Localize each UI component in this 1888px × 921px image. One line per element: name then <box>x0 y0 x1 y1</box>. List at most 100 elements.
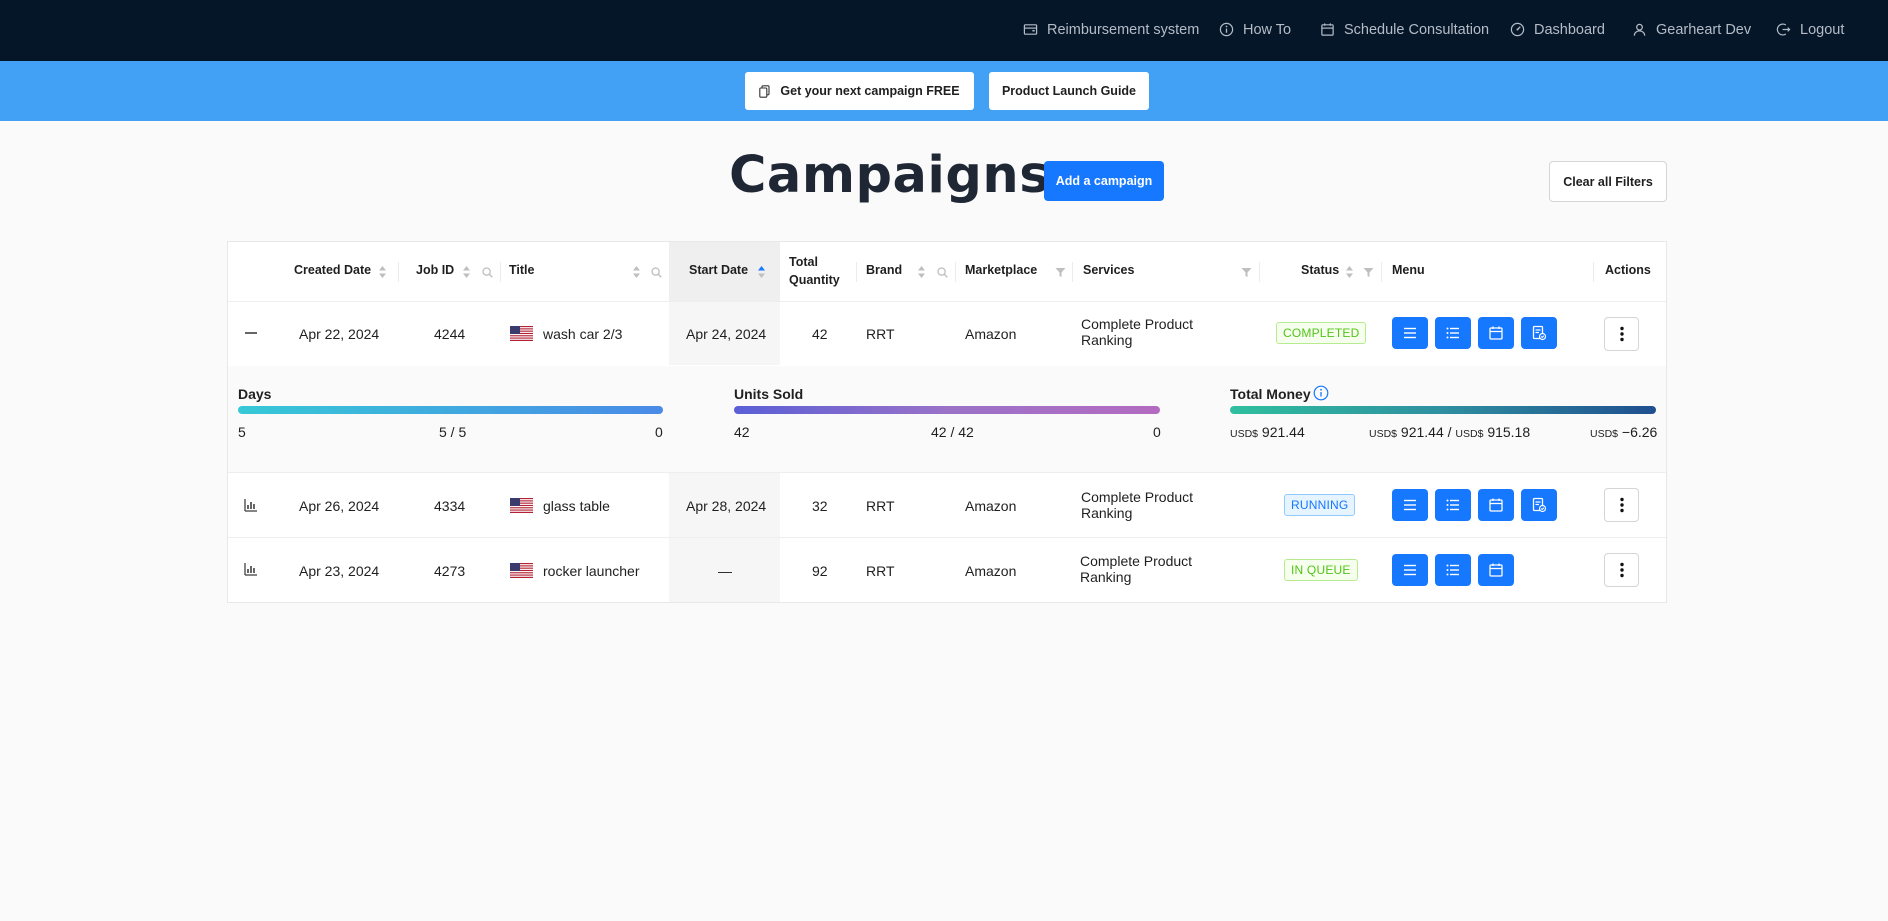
nav-label: Dashboard <box>1534 21 1605 38</box>
services-cell: Complete Product Ranking <box>1081 489 1194 521</box>
column-separator <box>1259 262 1260 282</box>
nav-label: Logout <box>1800 21 1845 38</box>
column-separator <box>1381 262 1382 282</box>
nav-user[interactable]: Gearheart Dev <box>1632 21 1751 38</box>
bar-chart-icon[interactable] <box>244 562 258 576</box>
sort-icon[interactable] <box>917 265 926 279</box>
header-total-quantity[interactable]: Total <box>789 255 818 269</box>
report-check-icon <box>1532 497 1547 513</box>
column-separator <box>856 262 857 282</box>
nav-dashboard[interactable]: Dashboard <box>1510 21 1605 38</box>
sort-icon[interactable] <box>378 265 387 279</box>
more-vertical-icon <box>1619 326 1624 342</box>
filter-icon[interactable] <box>1363 267 1374 278</box>
nav-logout[interactable]: Logout <box>1776 21 1844 38</box>
brand-cell: RRT <box>866 326 895 342</box>
top-navbar: Reimbursement system How To Schedule Con… <box>0 0 1888 61</box>
money-progress-value-b: 915.18 <box>1487 424 1531 440</box>
column-separator <box>1072 262 1073 282</box>
header-created-date[interactable]: Created Date <box>294 263 371 277</box>
sort-icon[interactable] <box>462 265 471 279</box>
header-start-date[interactable]: Start Date <box>689 263 748 277</box>
header-marketplace[interactable]: Marketplace <box>965 263 1037 277</box>
header-services[interactable]: Services <box>1083 263 1134 277</box>
money-start-value: 921.44 <box>1261 424 1305 440</box>
menu-list-button[interactable] <box>1435 489 1471 521</box>
header-menu: Menu <box>1392 263 1425 277</box>
created-date-cell: Apr 23, 2024 <box>299 563 380 579</box>
add-campaign-button[interactable]: Add a campaign <box>1044 161 1164 201</box>
free-campaign-button[interactable]: Get your next campaign FREE <box>745 72 974 110</box>
menu-calendar-button[interactable] <box>1478 489 1514 521</box>
calendar-icon <box>1489 326 1503 340</box>
nav-label: Schedule Consultation <box>1344 21 1490 38</box>
dashboard-icon <box>1510 22 1525 37</box>
menu-report-button[interactable] <box>1521 489 1557 521</box>
menu-calendar-button[interactable] <box>1478 317 1514 349</box>
menu-list-button[interactable] <box>1435 317 1471 349</box>
title-cell[interactable]: rocker launcher <box>543 563 640 579</box>
quantity-cell: 32 <box>812 498 828 514</box>
menu-details-button[interactable] <box>1392 489 1428 521</box>
nav-schedule-consultation[interactable]: Schedule Consultation <box>1320 21 1489 38</box>
clear-filters-button[interactable]: Clear all Filters <box>1549 161 1667 202</box>
money-progress: USD$ 921.44 / USD$ 915.18 <box>1369 424 1530 440</box>
sort-icon[interactable] <box>632 265 641 279</box>
money-progress-value-a: 921.44 <box>1400 424 1444 440</box>
search-icon[interactable] <box>482 267 493 278</box>
collapse-icon[interactable] <box>244 326 258 340</box>
campaigns-table: Created Date Job ID Title Start Date Tot… <box>227 241 1667 603</box>
brand-cell: RRT <box>866 498 895 514</box>
bar-chart-icon[interactable] <box>244 498 258 512</box>
start-date-cell: Apr 28, 2024 <box>686 498 767 514</box>
more-vertical-icon <box>1619 497 1624 513</box>
more-vertical-icon <box>1619 562 1624 578</box>
filter-icon[interactable] <box>1055 267 1066 278</box>
money-progress-bar <box>1230 406 1656 414</box>
product-launch-guide-button[interactable]: Product Launch Guide <box>989 72 1149 110</box>
marketplace-cell: Amazon <box>965 326 1017 342</box>
menu-details-button[interactable] <box>1392 317 1428 349</box>
nav-reimbursement[interactable]: Reimbursement system <box>1023 21 1199 38</box>
menu-icon <box>1404 564 1416 576</box>
title-cell[interactable]: wash car 2/3 <box>543 326 622 342</box>
menu-details-button[interactable] <box>1392 554 1428 586</box>
title-cell[interactable]: glass table <box>543 498 610 514</box>
info-icon[interactable] <box>1313 385 1329 401</box>
job-id-cell: 4273 <box>434 563 466 579</box>
campaign-stats-panel: Days 5 5 / 5 0 Units Sold 42 42 / 42 0 T… <box>228 366 1666 472</box>
search-icon[interactable] <box>937 267 948 278</box>
units-start: 42 <box>734 424 750 440</box>
column-separator <box>1593 262 1594 282</box>
filter-icon[interactable] <box>1241 267 1252 278</box>
sort-icon[interactable] <box>1345 265 1354 279</box>
page-title: Campaigns <box>729 146 1051 205</box>
nav-how-to[interactable]: How To <box>1219 21 1291 38</box>
menu-calendar-button[interactable] <box>1478 554 1514 586</box>
header-status[interactable]: Status <box>1301 263 1339 277</box>
list-icon <box>1446 327 1459 339</box>
search-icon[interactable] <box>651 267 662 278</box>
sort-ascending-icon[interactable] <box>757 265 766 279</box>
row-actions-button[interactable] <box>1604 488 1639 522</box>
header-brand[interactable]: Brand <box>866 263 902 277</box>
row-actions-button[interactable] <box>1604 553 1639 587</box>
nav-label: How To <box>1243 21 1292 38</box>
header-job-id[interactable]: Job ID <box>416 263 454 277</box>
column-separator <box>500 262 501 282</box>
menu-report-button[interactable] <box>1521 317 1557 349</box>
header-title[interactable]: Title <box>509 263 534 277</box>
row-divider <box>228 301 1666 302</box>
row-actions-button[interactable] <box>1604 317 1639 351</box>
status-badge: IN QUEUE <box>1284 559 1358 581</box>
currency-label: USD$ <box>1369 428 1398 440</box>
menu-icon <box>1404 327 1416 339</box>
start-date-cell: Apr 24, 2024 <box>686 326 767 342</box>
us-flag-icon <box>510 563 533 578</box>
product-launch-guide-label: Product Launch Guide <box>1001 84 1137 98</box>
logout-icon <box>1776 23 1791 36</box>
currency-label: USD$ <box>1590 428 1619 440</box>
units-sold-label: Units Sold <box>734 386 804 402</box>
marketplace-cell: Amazon <box>965 563 1017 579</box>
menu-list-button[interactable] <box>1435 554 1471 586</box>
